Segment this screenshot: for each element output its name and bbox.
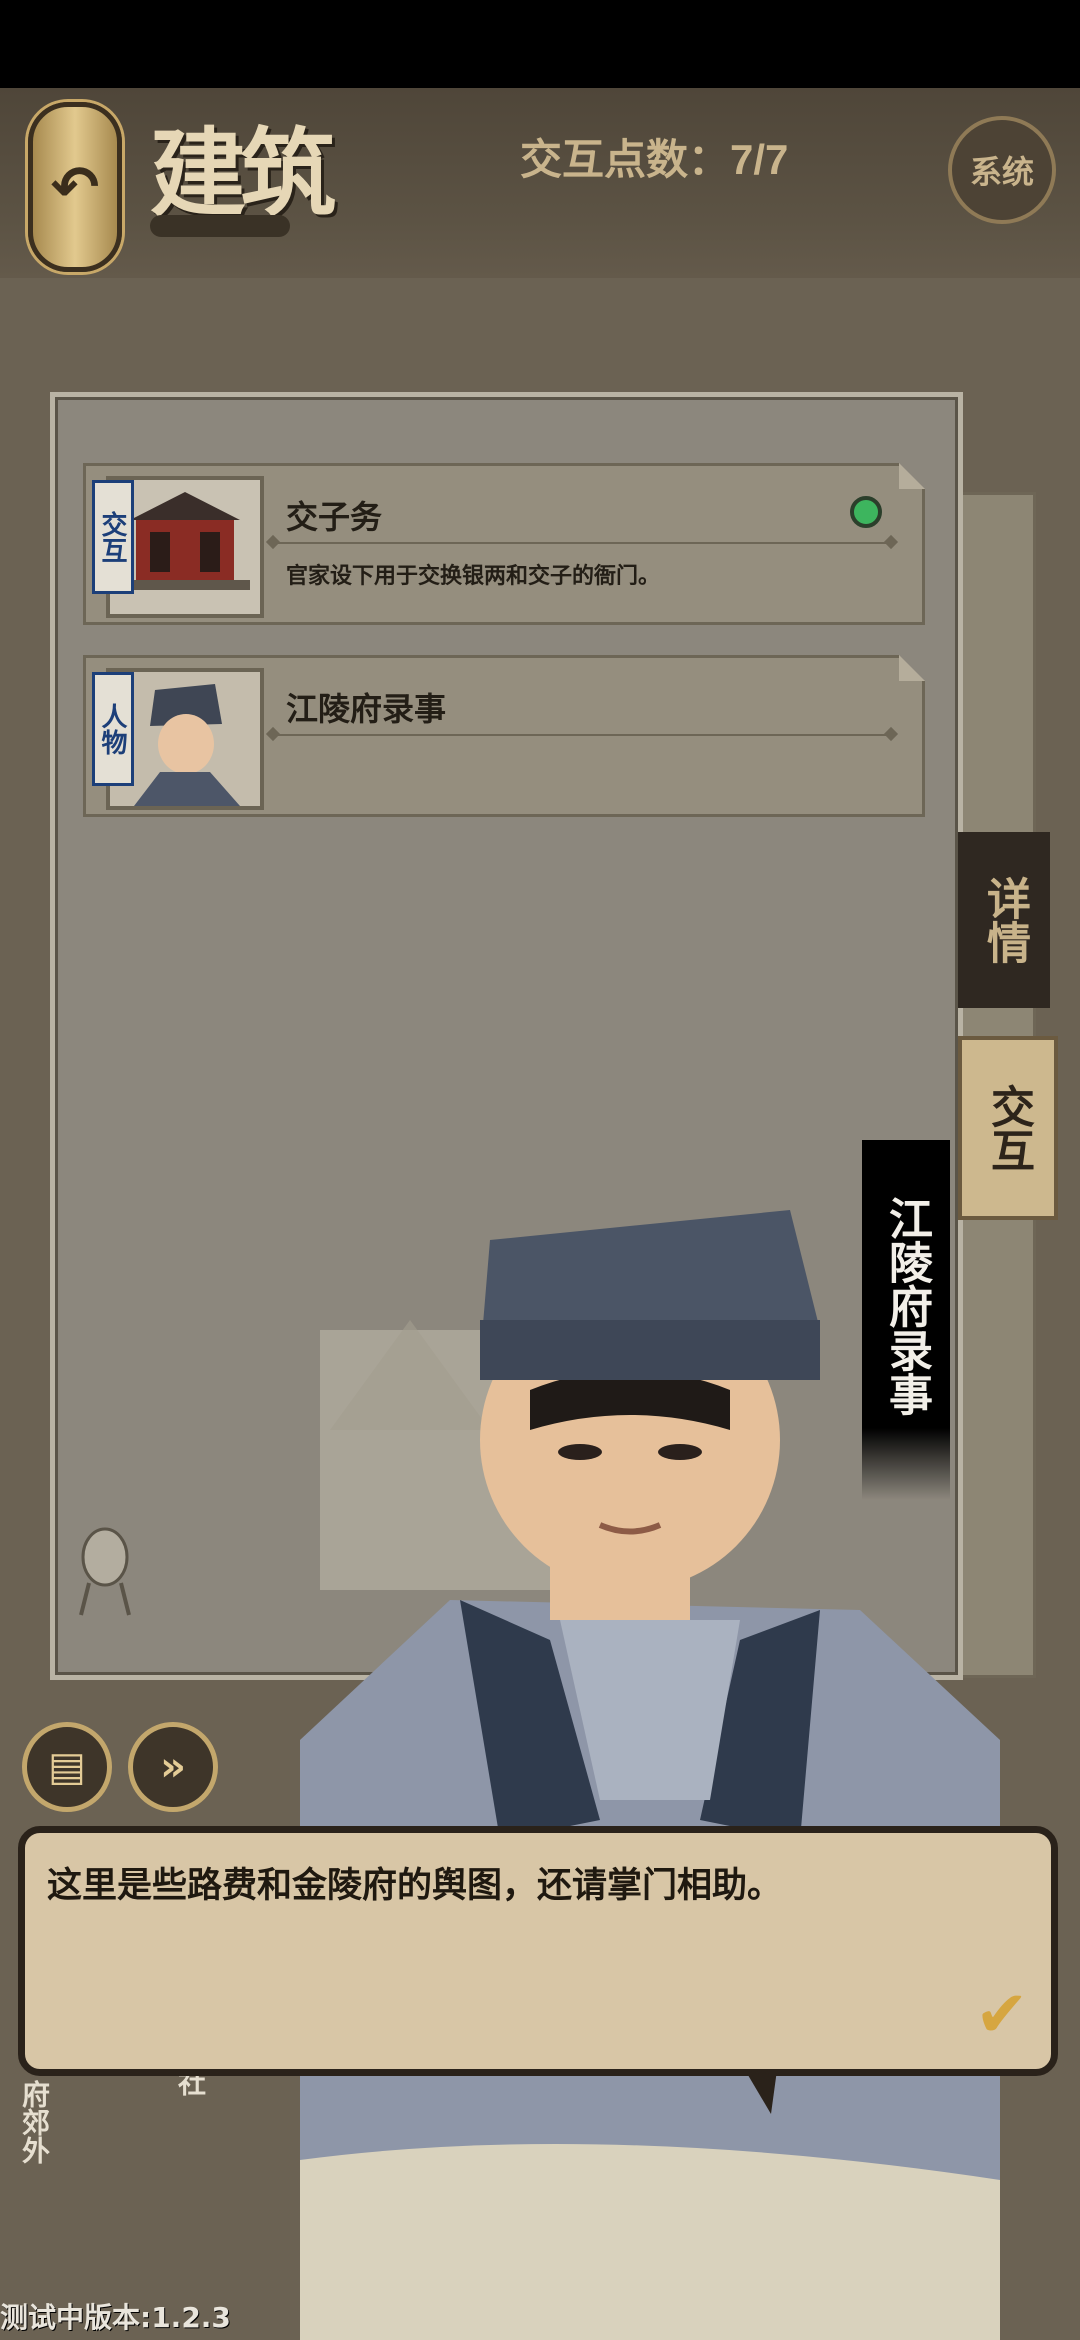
tab-detail-label: 详情 — [979, 876, 1030, 964]
log-icon: ▤ — [48, 1744, 86, 1790]
card-tag-character: 人物 — [92, 672, 134, 786]
dialog-box[interactable]: 这里是些路费和金陵府的舆图，还请掌门相助。 — [18, 1826, 1058, 2076]
fast-forward-icon: » — [160, 1744, 186, 1790]
card-divider — [272, 734, 892, 736]
system-button[interactable]: 系统 — [948, 116, 1056, 224]
card-fold — [899, 655, 925, 681]
card-fold — [899, 463, 925, 489]
npc-name: 江陵府录事 — [881, 1196, 932, 1416]
log-button[interactable]: ▤ — [22, 1722, 112, 1812]
title-decoration — [150, 215, 290, 237]
dialog-text: 这里是些路费和金陵府的舆图，还请掌门相助。 — [47, 1866, 783, 1906]
drum-illustration — [79, 1527, 131, 1616]
card-description: 官家设下用于交换银两和交子的衙门。 — [286, 564, 661, 589]
back-arrow-icon: ↶ — [50, 153, 100, 221]
active-status-dot — [850, 496, 882, 528]
check-icon[interactable]: ✔ — [975, 1978, 1029, 2052]
list-item-jiaoziwu[interactable]: 交互 交子务 官家设下用于交换银两和交子的衙门。 — [83, 463, 925, 625]
card-tag-interaction: 交互 — [92, 480, 134, 594]
version-label: 测试中版本:1.2.3 — [0, 2301, 231, 2334]
card-title: 交子务 — [286, 498, 383, 536]
interaction-counter: 交互点数：7/7 — [520, 136, 789, 183]
card-divider — [272, 542, 892, 544]
dialog-tail — [745, 2070, 777, 2114]
list-item-luishi[interactable]: 人物 江陵府录事 — [83, 655, 925, 817]
status-bar — [0, 0, 1080, 88]
system-label: 系统 — [969, 153, 1034, 191]
npc-name-banner: 江陵府录事 — [862, 1140, 950, 1500]
card-title: 江陵府录事 — [286, 690, 447, 728]
back-button[interactable]: ↶ — [28, 102, 122, 272]
fast-forward-button[interactable]: » — [128, 1722, 218, 1812]
map-label-left: 府郊外 — [18, 2080, 51, 2164]
tab-detail[interactable]: 详情 — [958, 832, 1050, 1008]
tab-interact-label: 交互 — [983, 1084, 1034, 1172]
